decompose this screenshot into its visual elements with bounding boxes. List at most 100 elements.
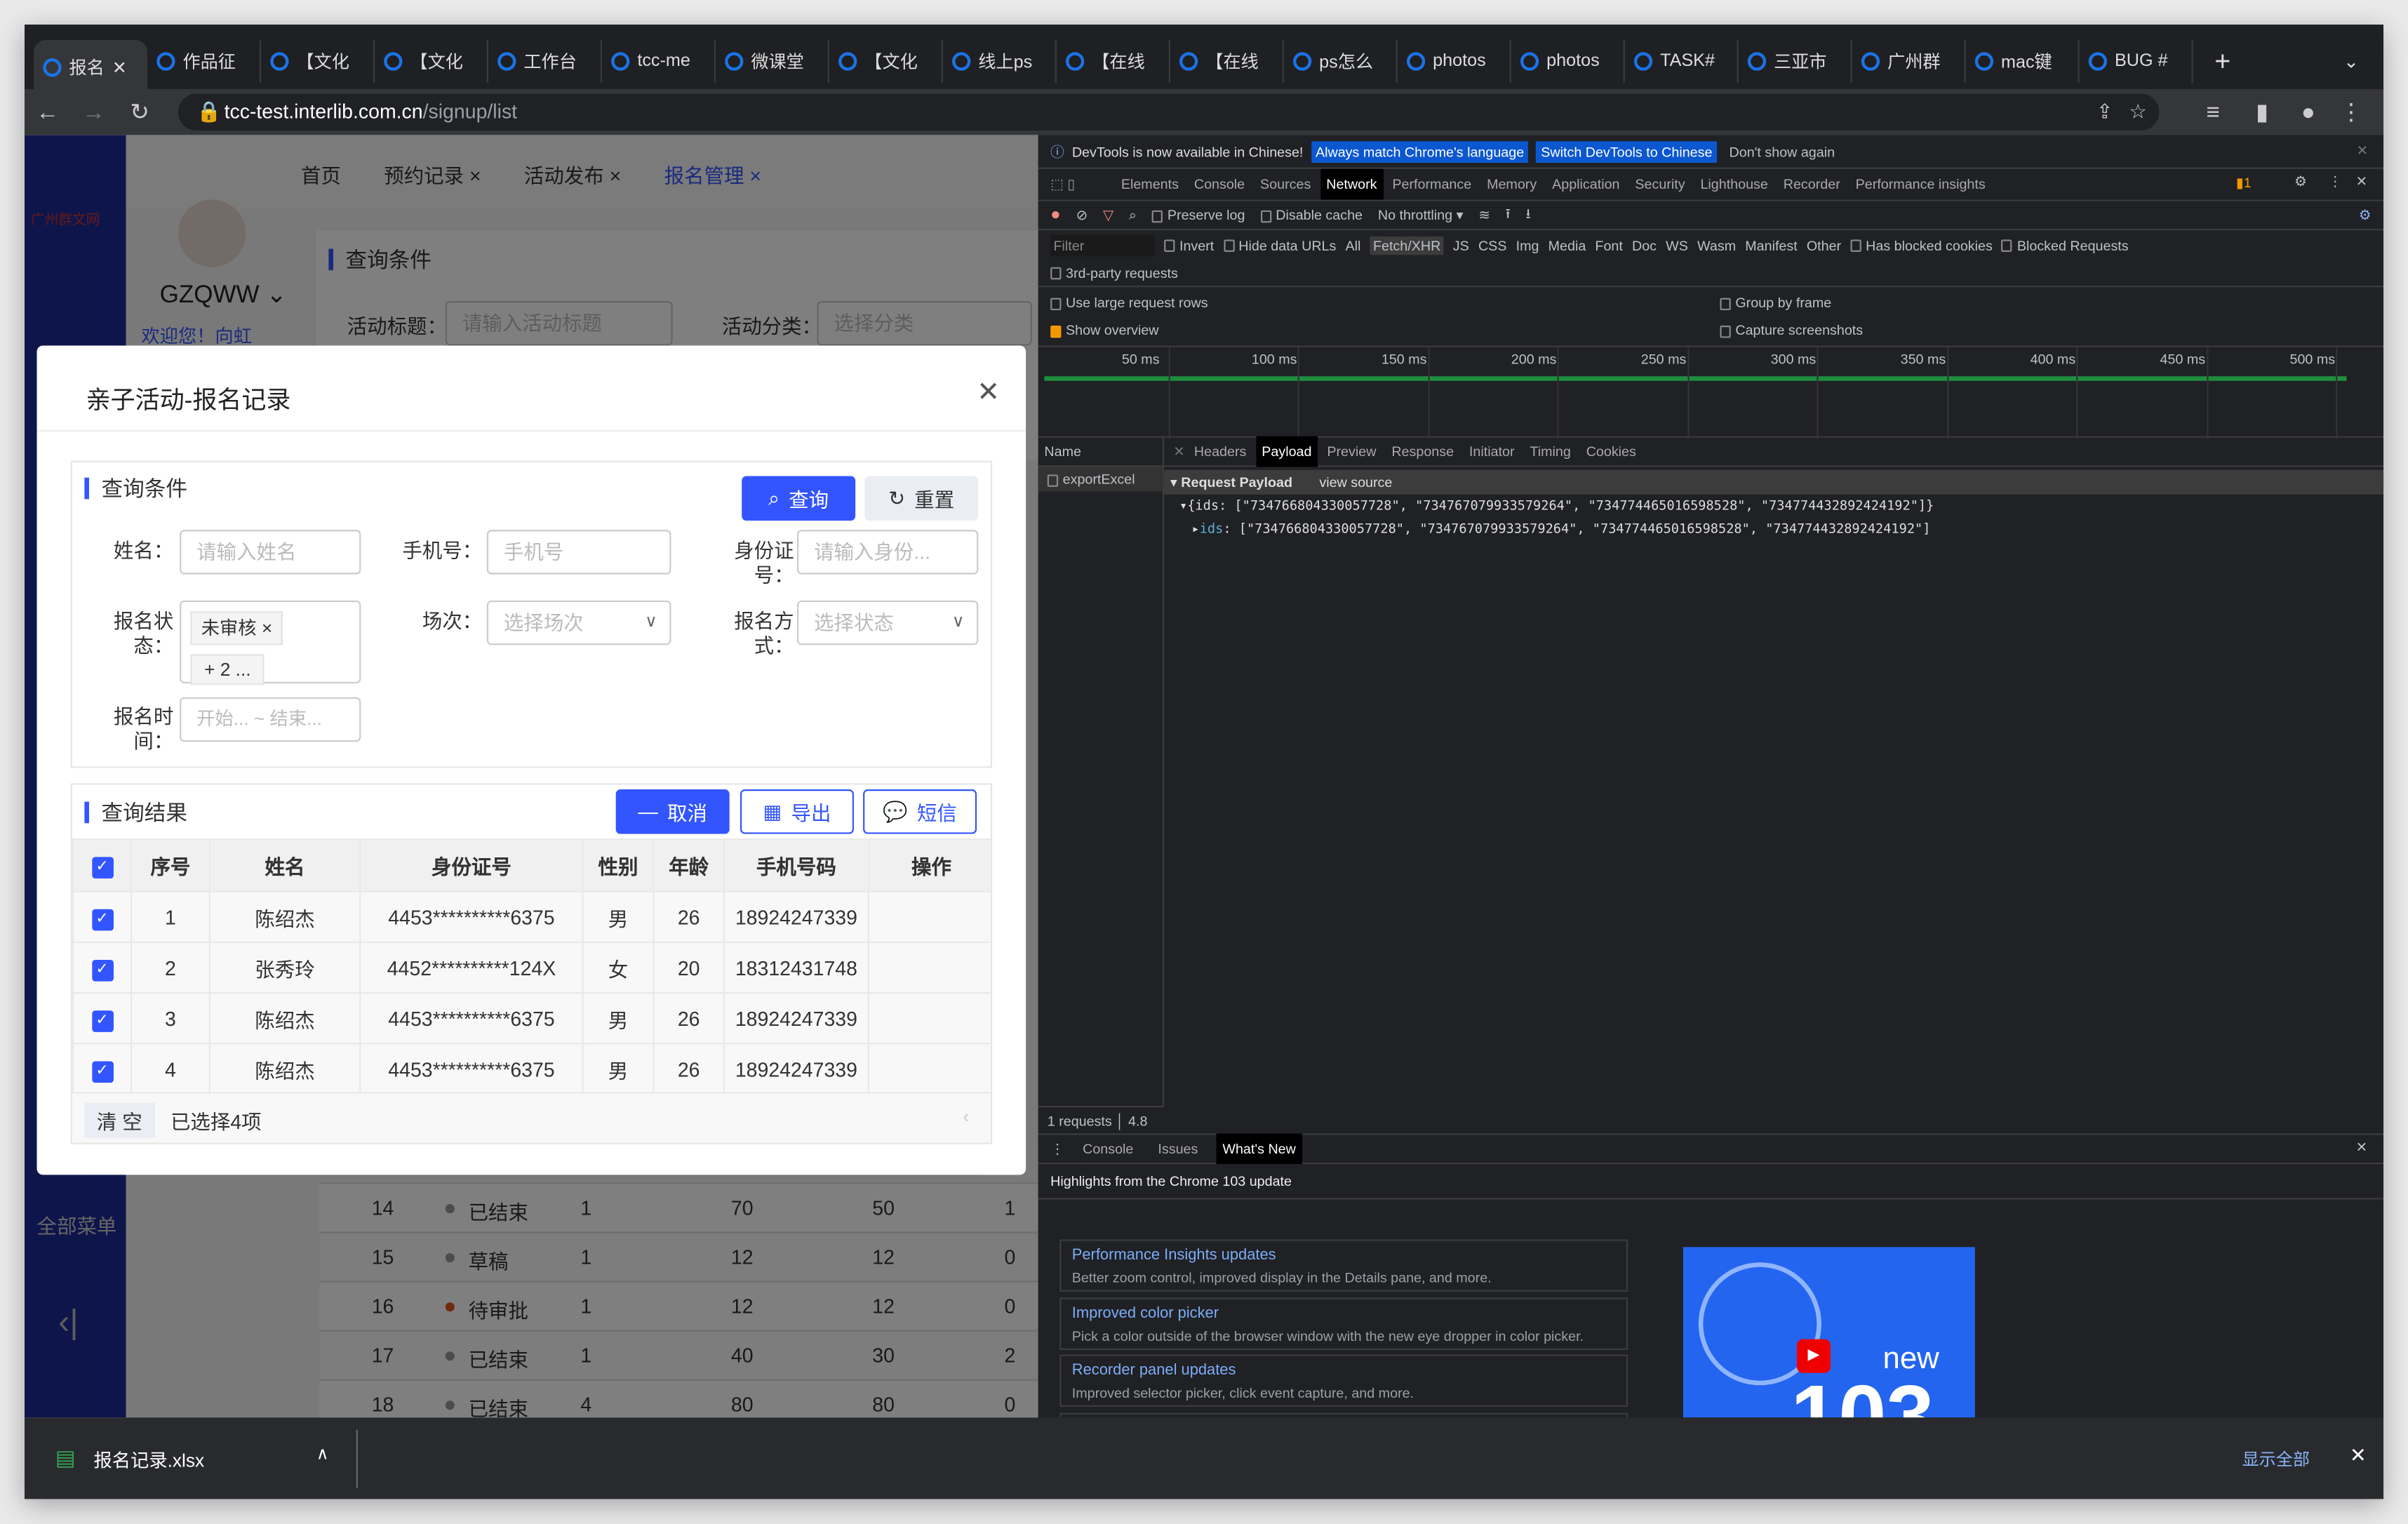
close-icon[interactable]: ✕ — [977, 376, 1000, 408]
profile-icon[interactable]: ● — [2285, 99, 2332, 125]
large-rows-checkbox[interactable]: Use large request rows — [1050, 295, 1208, 310]
close-icon[interactable]: ✕ — [2357, 143, 2369, 160]
resource-type-filter[interactable]: Manifest — [1745, 237, 1797, 253]
devtools-tab[interactable]: Recorder — [1777, 169, 1847, 200]
row-checkbox[interactable]: ✓ — [72, 991, 133, 1045]
resource-type-filter[interactable]: Doc — [1632, 237, 1657, 253]
devtools-tab[interactable]: Lighthouse — [1694, 169, 1774, 200]
detail-tab[interactable]: Preview — [1321, 436, 1383, 467]
payload-ids[interactable]: ▸ids: ["734766804330057728", "7347670799… — [1192, 522, 1931, 537]
clear-selection-button[interactable]: 清 空 — [84, 1102, 155, 1138]
devtools-tab[interactable]: Application — [1546, 169, 1626, 200]
resource-type-filter[interactable]: Media — [1549, 237, 1586, 253]
status-multiselect[interactable]: 未审核 × + 2 ... — [180, 600, 361, 686]
filter-icon[interactable]: ▽ — [1103, 206, 1113, 223]
select-all-checkbox[interactable]: ✓ — [72, 838, 133, 893]
request-row[interactable]: exportExcel — [1038, 467, 1163, 492]
close-drawer-icon[interactable]: ✕ — [2356, 1139, 2368, 1156]
throttling-select[interactable]: No throttling ▾ — [1378, 206, 1464, 223]
browser-tab[interactable]: 报名 ✕ — [34, 39, 148, 95]
tab-search-icon[interactable]: ⌄ — [2343, 51, 2359, 72]
show-overview-checkbox[interactable]: Show overview — [1050, 323, 1159, 338]
menu-icon[interactable]: ⋮ — [2328, 98, 2374, 126]
show-all-button[interactable]: 显示全部 — [2242, 1447, 2310, 1471]
inspect-icon[interactable]: ⬚ ▯ — [1050, 176, 1112, 193]
network-conditions-icon[interactable]: ≋ — [1478, 206, 1490, 223]
devtools-tab[interactable]: Performance insights — [1850, 169, 1992, 200]
chrome-103-video[interactable]: ▶ new 103 — [1683, 1247, 1975, 1418]
side-panel-icon[interactable]: ▮ — [2239, 98, 2285, 126]
switch-chinese-button[interactable]: Switch DevTools to Chinese — [1536, 140, 1718, 162]
resource-type-filter[interactable]: Img — [1516, 237, 1539, 253]
drawer-tab[interactable]: What's New — [1216, 1133, 1302, 1165]
browser-tab[interactable]: photos — [1398, 39, 1511, 83]
devtools-tab[interactable]: Console — [1188, 169, 1251, 200]
detail-tab[interactable]: Headers — [1188, 436, 1252, 467]
browser-tab[interactable]: 【在线 — [1170, 39, 1284, 83]
row-checkbox[interactable]: ✓ — [72, 941, 133, 994]
browser-tab[interactable]: 【文化 — [375, 39, 489, 83]
browser-tab[interactable]: mac键 — [1966, 39, 2080, 83]
browser-tab[interactable]: BUG # — [2080, 39, 2193, 83]
devtools-tab[interactable]: Network — [1320, 168, 1384, 200]
devtools-tab[interactable]: Elements — [1115, 169, 1185, 200]
drawer-tab[interactable]: Issues — [1152, 1133, 1204, 1164]
hide-data-urls-checkbox[interactable]: Hide data URLs — [1223, 237, 1336, 253]
row-checkbox[interactable]: ✓ — [72, 890, 133, 943]
browser-tab[interactable]: photos — [1511, 39, 1625, 83]
id-input[interactable]: 请输入身份... — [796, 530, 979, 575]
resource-type-filter[interactable]: WS — [1666, 237, 1688, 253]
resource-type-filter[interactable]: Other — [1807, 237, 1841, 253]
filter-input[interactable]: Filter — [1050, 234, 1155, 256]
chevron-up-icon[interactable]: ∧ — [316, 1443, 329, 1464]
session-select[interactable]: 选择场次 ∨ — [486, 600, 671, 646]
browser-tab[interactable]: 线上ps — [943, 39, 1057, 83]
resource-type-filter[interactable]: Wasm — [1697, 237, 1736, 253]
filter-checkbox[interactable]: Blocked Requests — [2001, 237, 2129, 253]
detail-tab[interactable]: Timing — [1524, 436, 1577, 467]
name-column-header[interactable]: Name — [1038, 438, 1163, 467]
download-item[interactable]: 报名记录.xlsx — [94, 1447, 205, 1473]
group-frame-checkbox[interactable]: Group by frame — [1720, 295, 1831, 310]
drawer-tab[interactable]: Console — [1076, 1133, 1139, 1164]
row-checkbox[interactable]: ✓ — [72, 1043, 133, 1095]
bookmark-star-icon[interactable]: ☆ — [2129, 94, 2147, 131]
capture-screenshots-checkbox[interactable]: Capture screenshots — [1720, 323, 1863, 338]
resource-type-filter[interactable]: All — [1346, 237, 1361, 253]
new-tab-button[interactable]: + — [2214, 46, 2230, 78]
browser-tab[interactable]: 微课堂 — [716, 39, 829, 83]
resource-type-filter[interactable]: Fetch/XHR — [1370, 235, 1444, 255]
browser-tab[interactable]: 三亚市 — [1739, 39, 1852, 83]
whats-new-card[interactable]: Performance Insights updates Better zoom … — [1059, 1239, 1628, 1292]
match-language-button[interactable]: Always match Chrome's language — [1311, 140, 1529, 162]
record-icon[interactable]: ● — [1050, 206, 1061, 224]
filter-checkbox[interactable]: Has blocked cookies — [1850, 237, 1993, 253]
disable-cache-checkbox[interactable]: Disable cache — [1260, 207, 1363, 222]
export-button[interactable]: ▦ 导出 — [740, 789, 854, 834]
view-source-link[interactable]: view source — [1319, 474, 1392, 490]
dont-show-button[interactable]: Don't show again — [1725, 140, 1840, 162]
close-detail-icon[interactable]: ✕ — [1173, 443, 1185, 460]
phone-input[interactable]: 手机号 — [486, 530, 671, 575]
devtools-tab[interactable]: Memory — [1480, 169, 1543, 200]
close-tab-icon[interactable]: ✕ — [112, 57, 127, 78]
back-icon[interactable]: ← — [25, 99, 71, 125]
import-icon[interactable]: ⭱ — [1506, 203, 1511, 227]
address-bar[interactable]: 🔒 tcc-test.interlib.com.cn/signup/list ⇪ ☆ — [178, 93, 2160, 131]
resource-type-filter[interactable]: JS — [1453, 237, 1469, 253]
scroll-left-icon[interactable]: ‹ — [963, 1106, 969, 1128]
devtools-tab[interactable]: Sources — [1254, 169, 1317, 200]
detail-tab[interactable]: Response — [1386, 436, 1460, 467]
more-icon[interactable]: ⋮ — [2328, 173, 2342, 190]
sms-button[interactable]: 💬 短信 — [863, 789, 977, 834]
clear-icon[interactable]: ⊘ — [1076, 206, 1088, 223]
browser-tab[interactable]: 【文化 — [829, 39, 943, 83]
method-select[interactable]: 选择状态 ∨ — [796, 600, 979, 646]
issues-badge[interactable]: ▮1 — [2236, 175, 2252, 192]
network-settings-icon[interactable]: ⚙ — [2359, 206, 2372, 223]
preserve-log-checkbox[interactable]: Preserve log — [1151, 207, 1245, 222]
browser-tab[interactable]: TASK# — [1625, 39, 1739, 83]
resource-type-filter[interactable]: Font — [1595, 237, 1622, 253]
search-icon[interactable]: ⌕ — [1129, 206, 1137, 223]
devtools-tab[interactable]: Performance — [1386, 169, 1478, 200]
